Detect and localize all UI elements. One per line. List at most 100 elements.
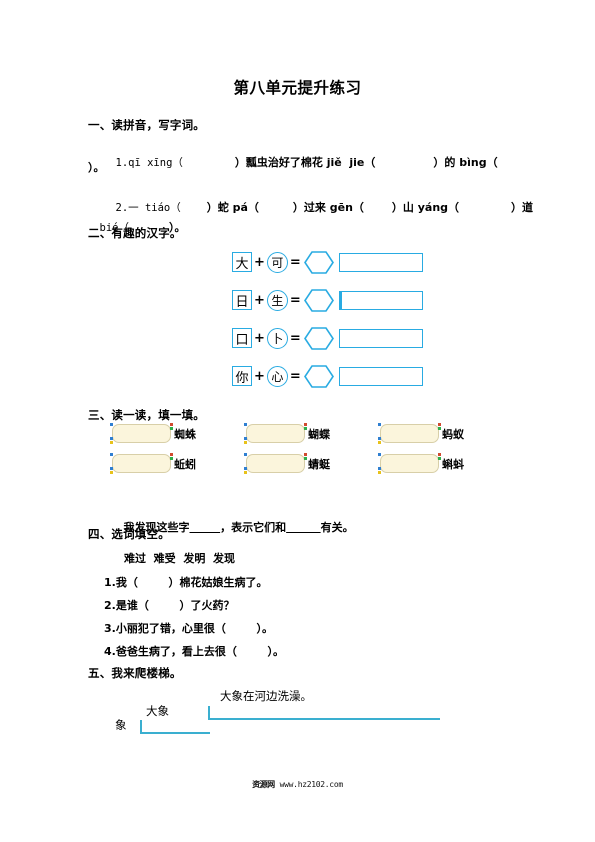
stair-step-1-text: 象	[115, 718, 127, 732]
resize-handle-icon	[170, 457, 173, 460]
hexagon-answer-slot[interactable]	[303, 250, 334, 274]
resize-handle-icon	[244, 441, 247, 444]
resize-handle-icon	[438, 453, 441, 456]
section-one-heading: 一、读拼音，写字词。	[88, 118, 205, 132]
q2-text-e: ）道	[511, 201, 534, 214]
insect-row: 蜘蛛 蝴蝶 蚂蚁	[110, 423, 514, 444]
resize-handle-icon	[170, 427, 173, 430]
word-answer-box[interactable]	[338, 328, 423, 348]
equation-right-char: 可	[266, 251, 288, 273]
word-answer-box[interactable]	[338, 252, 423, 272]
insect-item: 蝴蝶	[244, 423, 380, 444]
equation-row: 日 + 生 =	[232, 288, 423, 312]
conclusion-blank-1[interactable]	[190, 521, 221, 534]
equation-left-char: 你	[232, 366, 252, 386]
site-url-text: www.hz2102.com	[279, 780, 344, 789]
section-four-question-1[interactable]: 1.我（ ）棉花姑娘生病了。	[104, 575, 267, 590]
section-two-heading: 二、有趣的汉字。	[88, 226, 182, 240]
answer-callout-box[interactable]	[110, 423, 173, 444]
answer-callout-box[interactable]	[244, 423, 307, 444]
insect-item: 蚂蚁	[378, 423, 514, 444]
resize-handle-icon	[244, 423, 247, 426]
equals-icon: =	[289, 368, 301, 384]
resize-handle-icon	[378, 471, 381, 474]
resize-handle-icon	[170, 453, 173, 456]
stair-step-2-text: 大象	[146, 704, 169, 718]
resize-handle-icon	[378, 441, 381, 444]
resize-handle-icon	[378, 467, 381, 470]
stair-tread-middle	[140, 732, 210, 734]
equals-icon: =	[289, 254, 301, 270]
plus-icon: +	[254, 254, 265, 270]
equation-row: 大 + 可 =	[232, 250, 423, 274]
q2-text-c: ）过来 gēn（	[292, 201, 364, 214]
q1-text-c: ）的 bìng（	[433, 156, 498, 169]
hexagon-answer-slot[interactable]	[303, 364, 334, 388]
word-answer-box[interactable]	[338, 366, 423, 386]
insect-label: 蝌蚪	[442, 457, 464, 471]
insect-item: 蜘蛛	[110, 423, 246, 444]
insect-item: 蜻蜓	[244, 453, 380, 474]
resize-handle-icon	[110, 441, 113, 444]
resize-handle-icon	[110, 453, 113, 456]
hexagon-answer-slot[interactable]	[303, 326, 334, 350]
conclusion-text-b: ，表示它们和	[220, 521, 287, 534]
resize-handle-icon	[244, 467, 247, 470]
word-bank: 难过 难受 发明 发现	[124, 552, 235, 565]
answer-callout-box[interactable]	[244, 453, 307, 474]
conclusion-blank-2[interactable]	[286, 521, 320, 534]
resize-handle-icon	[378, 423, 381, 426]
insect-label: 蚯蚓	[174, 457, 196, 471]
resize-handle-icon	[110, 471, 113, 474]
resize-handle-icon	[304, 427, 307, 430]
equation-left-char: 大	[232, 252, 252, 272]
site-logo-text: 资源网	[252, 780, 275, 789]
q2-text-d: ）山 yáng（	[391, 201, 460, 214]
insect-callout-grid: 蜘蛛 蝴蝶 蚂蚁 蚯蚓 蜻蜓 蝌蚪	[110, 423, 514, 484]
insect-label: 蚂蚁	[442, 427, 464, 441]
resize-handle-icon	[438, 427, 441, 430]
section-four-question-4[interactable]: 4.爸爸生病了，看上去很（ ）。	[104, 644, 284, 659]
resize-handle-icon	[244, 471, 247, 474]
answer-callout-box[interactable]	[378, 453, 441, 474]
insect-label: 蜻蜓	[308, 457, 330, 471]
resize-handle-icon	[378, 437, 381, 440]
resize-handle-icon	[304, 453, 307, 456]
resize-handle-icon	[438, 423, 441, 426]
staircase-diagram: 大象在河边洗澡。 大象 象	[110, 686, 440, 742]
stair-riser-top	[208, 706, 210, 720]
resize-handle-icon	[304, 457, 307, 460]
equation-left-char: 口	[232, 328, 252, 348]
section-four-question-2[interactable]: 2.是谁（ ）了火药？	[104, 598, 234, 613]
page-title: 第八单元提升练习	[233, 79, 362, 97]
insect-row: 蚯蚓 蜻蜓 蝌蚪	[110, 453, 514, 474]
section-one-question-1: 1.qī xīng（ ）瓢虫治好了棉花 jiě jie（ ）的 bìng（	[104, 140, 498, 186]
equation-left-char: 日	[232, 290, 252, 310]
insect-item: 蝌蚪	[378, 453, 514, 474]
hexagon-answer-slot[interactable]	[303, 288, 334, 312]
q1-text-b: ）瓢虫治好了棉花 jiě jie（	[234, 156, 376, 169]
resize-handle-icon	[244, 453, 247, 456]
stair-riser-middle	[140, 720, 142, 734]
section-three-heading: 三、读一读，填一填。	[88, 408, 205, 422]
equals-icon: =	[289, 330, 301, 346]
resize-handle-icon	[170, 423, 173, 426]
equation-row: 口 + 卜 =	[232, 326, 423, 350]
equation-right-char: 生	[266, 289, 288, 311]
resize-handle-icon	[438, 457, 441, 460]
section-four-question-3[interactable]: 3.小丽犯了错，心里很（ ）。	[104, 621, 273, 636]
resize-handle-icon	[110, 467, 113, 470]
q2-text-b: ）蛇 pá（	[206, 201, 259, 214]
resize-handle-icon	[304, 423, 307, 426]
resize-handle-icon	[110, 437, 113, 440]
section-four-heading: 四、选词填空。	[88, 527, 170, 541]
character-equation-list: 大 + 可 = 日 + 生 = 口 + 卜 = 你 + 心 =	[232, 250, 423, 402]
insect-label: 蜘蛛	[174, 427, 196, 441]
equation-right-char: 卜	[266, 327, 288, 349]
answer-callout-box[interactable]	[110, 453, 173, 474]
equation-right-char: 心	[266, 365, 288, 387]
answer-callout-box[interactable]	[378, 423, 441, 444]
section-five-heading: 五、我来爬楼梯。	[88, 666, 182, 680]
word-answer-box[interactable]	[338, 290, 423, 310]
plus-icon: +	[254, 330, 265, 346]
